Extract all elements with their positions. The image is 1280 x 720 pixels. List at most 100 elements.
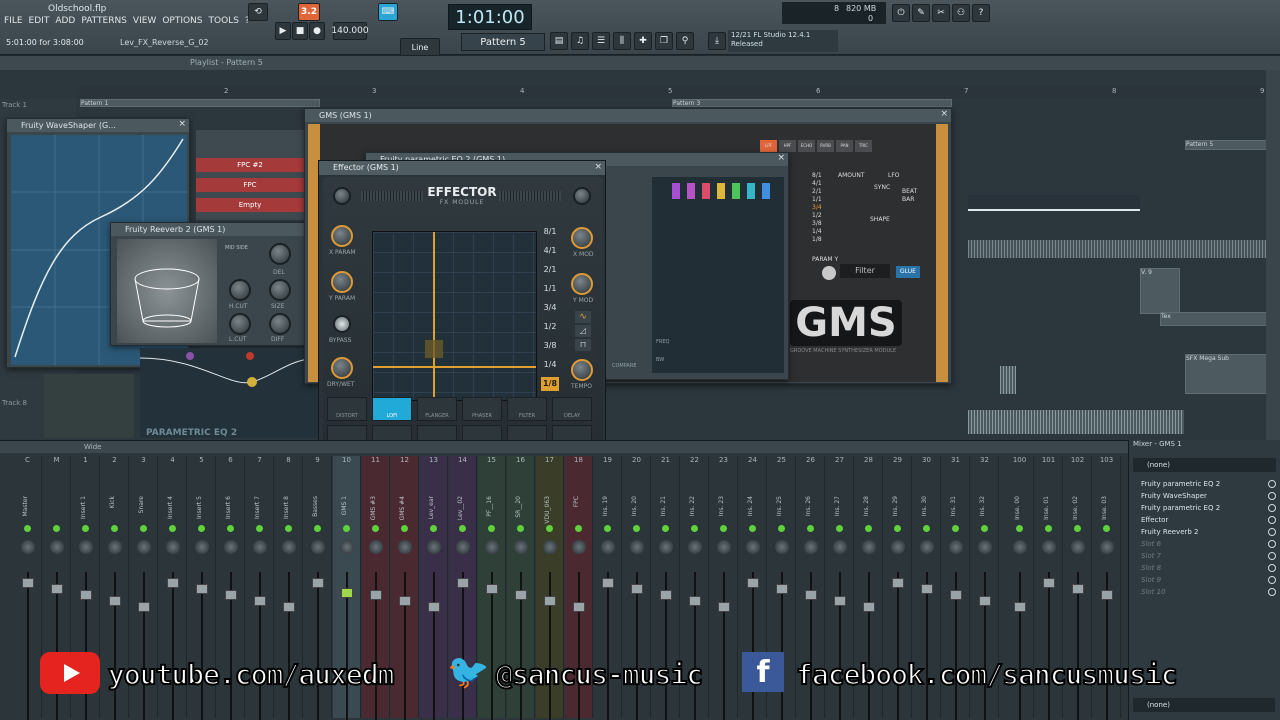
volume-fader[interactable] (457, 572, 469, 720)
close-icon[interactable]: × (594, 162, 602, 172)
volume-fader[interactable] (254, 572, 266, 720)
lcut-knob[interactable] (229, 313, 251, 335)
pan-knob[interactable] (485, 540, 499, 554)
pan-knob[interactable] (108, 540, 122, 554)
gms-tab-hpf[interactable]: HPF (779, 140, 796, 152)
typing-keyboard-icon[interactable]: ⌨ (378, 3, 398, 21)
gms-rate-option[interactable]: 8/1 (812, 172, 824, 180)
plugin-picker-icon[interactable]: ✚ (634, 32, 652, 50)
volume-fader[interactable] (805, 572, 817, 720)
mute-led[interactable] (778, 525, 785, 532)
menu-item-file[interactable]: FILE (4, 16, 23, 26)
volume-fader[interactable] (834, 572, 846, 720)
clip-waveform-3[interactable] (1000, 366, 1016, 394)
bypass-button[interactable] (333, 315, 351, 333)
mute-led[interactable] (1074, 525, 1081, 532)
fader-handle[interactable] (805, 590, 817, 600)
pan-knob[interactable] (746, 540, 760, 554)
pen-icon[interactable]: ✎ (912, 4, 930, 22)
band-6-handle[interactable] (747, 183, 755, 199)
band-5-handle[interactable] (732, 183, 740, 199)
menu-item-view[interactable]: VIEW (133, 16, 156, 26)
mute-led[interactable] (1103, 525, 1110, 532)
menu-item-options[interactable]: OPTIONS (162, 16, 202, 26)
song-time[interactable]: 1:01:00 (448, 4, 532, 30)
slot-mix-icon[interactable] (1268, 564, 1276, 572)
effect-slot-6[interactable]: Slot 6 (1129, 538, 1280, 550)
mute-led[interactable] (807, 525, 814, 532)
volume-fader[interactable] (921, 572, 933, 720)
pan-knob[interactable] (804, 540, 818, 554)
pan-knob[interactable] (1071, 540, 1085, 554)
slot-mix-icon[interactable] (1268, 504, 1276, 512)
gms-rate-option[interactable]: 3/4 (812, 204, 824, 212)
pan-knob[interactable] (224, 540, 238, 554)
menu-item-add[interactable]: ADD (55, 16, 75, 26)
fader-handle[interactable] (631, 584, 643, 594)
rate-option-8-1[interactable]: 8/1 (541, 225, 559, 239)
pan-knob[interactable] (50, 540, 64, 554)
volume-fader[interactable] (167, 572, 179, 720)
tempo-display[interactable]: 140.000 (331, 22, 369, 40)
rate-option-1-8[interactable]: 1/8 (541, 377, 559, 391)
volume-fader[interactable] (689, 572, 701, 720)
fader-handle[interactable] (138, 602, 150, 612)
volume-fader[interactable] (979, 572, 991, 720)
rate-option-1-1[interactable]: 1/1 (541, 282, 559, 296)
fx-distort-button[interactable]: DISTORT (327, 397, 367, 421)
band-2-handle[interactable] (687, 183, 695, 199)
mute-led[interactable] (720, 525, 727, 532)
effector-title[interactable]: Effector (GMS 1) (319, 161, 605, 175)
fader-handle[interactable] (689, 596, 701, 606)
snap-select[interactable]: Line (400, 38, 440, 56)
close-icon[interactable]: × (178, 119, 186, 129)
clip-pattern-5[interactable]: Pattern 5 (1185, 140, 1277, 150)
mixer-strip-13[interactable]: 13 Lev_ear (420, 456, 448, 720)
pan-knob[interactable] (427, 540, 441, 554)
playlist-scrollbar[interactable] (1266, 70, 1280, 440)
mute-led[interactable] (981, 525, 988, 532)
input-select[interactable]: (none) (1133, 458, 1276, 472)
fader-handle[interactable] (196, 584, 208, 594)
volume-fader[interactable] (312, 572, 324, 720)
gms-tab-pan[interactable]: PAN (836, 140, 853, 152)
mute-led[interactable] (459, 525, 466, 532)
fader-handle[interactable] (80, 590, 92, 600)
close-icon[interactable]: × (777, 153, 785, 163)
slot-mix-icon[interactable] (1268, 540, 1276, 548)
stop-icon[interactable]: ■ (292, 22, 308, 40)
xy-pad[interactable] (372, 231, 537, 401)
fader-handle[interactable] (602, 578, 614, 588)
mute-led[interactable] (314, 525, 321, 532)
gain-in-knob[interactable] (333, 187, 351, 205)
sine-shape-icon[interactable]: ∿ (575, 311, 591, 323)
band-3-handle[interactable] (702, 183, 710, 199)
fx-delay-button[interactable]: DELAY (552, 397, 592, 421)
mute-led[interactable] (633, 525, 640, 532)
volume-fader[interactable] (109, 572, 121, 720)
pan-knob[interactable] (21, 540, 35, 554)
band-7-handle[interactable] (762, 183, 770, 199)
mute-led[interactable] (343, 525, 350, 532)
volume-fader[interactable] (1101, 572, 1113, 720)
pan-knob[interactable] (659, 540, 673, 554)
volume-fader[interactable] (602, 572, 614, 720)
volume-fader[interactable] (341, 572, 353, 720)
clip-tex[interactable]: Tex (1160, 312, 1270, 326)
effect-slot-3[interactable]: Fruity parametric EQ 2 (1129, 502, 1280, 514)
volume-fader[interactable] (51, 572, 63, 720)
volume-fader[interactable] (22, 572, 34, 720)
fx-filter-button[interactable]: FILTER (507, 397, 547, 421)
pan-knob[interactable] (978, 540, 992, 554)
fader-handle[interactable] (22, 578, 34, 588)
pan-knob[interactable] (398, 540, 412, 554)
rate-option-1-2[interactable]: 1/2 (541, 320, 559, 334)
channel-fpc-2[interactable]: FPC #2 (196, 158, 304, 172)
fader-handle[interactable] (1101, 590, 1113, 600)
mute-led[interactable] (111, 525, 118, 532)
gms-title[interactable]: GMS (GMS 1) (305, 109, 951, 122)
pan-knob[interactable] (514, 540, 528, 554)
fader-handle[interactable] (747, 578, 759, 588)
y-mod-knob[interactable] (571, 273, 593, 295)
playlist-ruler[interactable]: 2 3 4 5 6 7 8 9 (76, 86, 1280, 98)
